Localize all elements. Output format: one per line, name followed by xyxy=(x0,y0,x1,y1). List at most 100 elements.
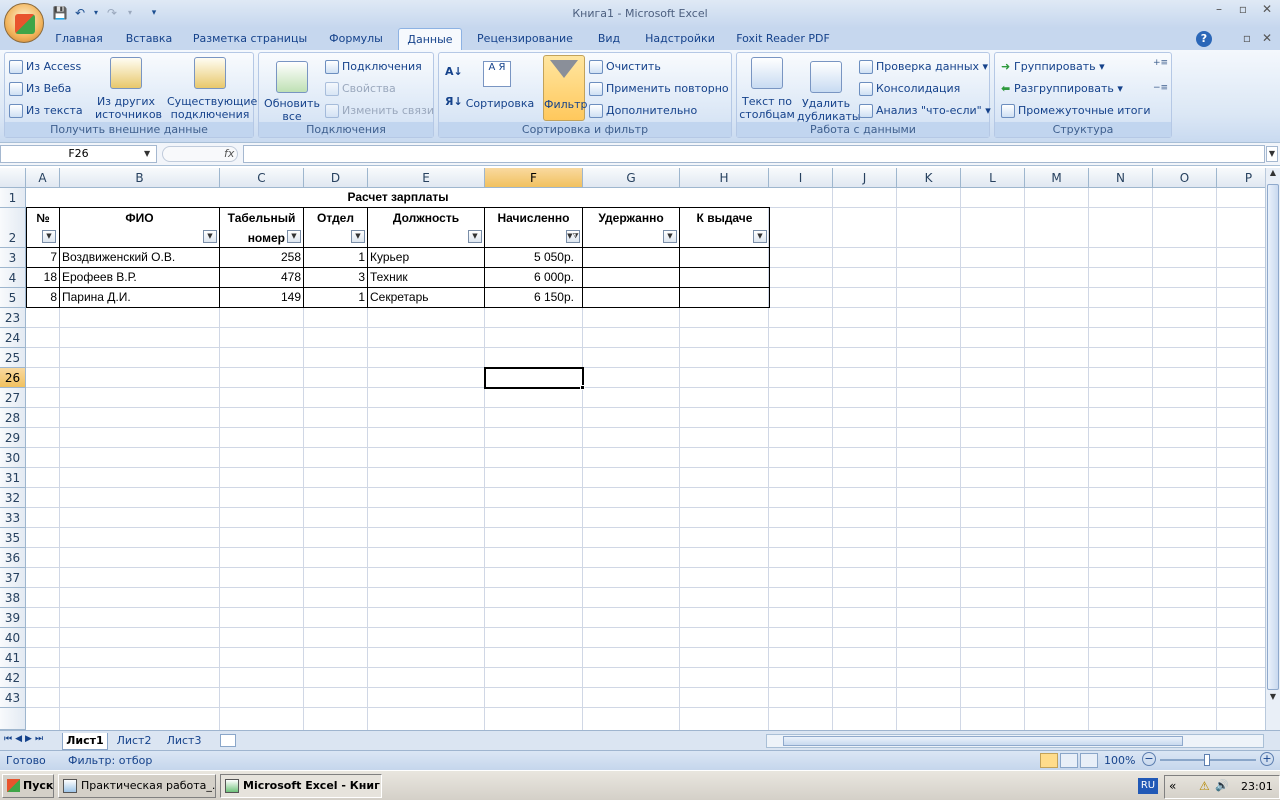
row-header[interactable]: 4 xyxy=(0,268,26,288)
hscroll-thumb[interactable] xyxy=(783,736,1183,746)
cell-tab[interactable]: 478 xyxy=(220,268,303,288)
zoom-out-icon[interactable]: − xyxy=(1142,752,1156,766)
cell-accrued[interactable]: 6 000р. xyxy=(485,268,582,288)
language-indicator[interactable]: RU xyxy=(1138,778,1158,794)
tab-formulas[interactable]: Формулы xyxy=(318,28,394,50)
header-tab-1[interactable]: Табельный xyxy=(220,208,303,228)
refresh-all-button[interactable]: Обновить все xyxy=(261,55,323,123)
cell-no[interactable]: 8 xyxy=(27,288,59,308)
taskbar-excel[interactable]: Microsoft Excel - Книг... xyxy=(220,774,382,798)
insert-sheet-icon[interactable] xyxy=(220,734,236,747)
properties-button[interactable]: Свойства xyxy=(325,82,396,96)
filter-dropdown-icon[interactable]: ▼ xyxy=(468,230,482,243)
normal-view-icon[interactable] xyxy=(1040,753,1058,768)
zoom-slider-thumb[interactable] xyxy=(1204,754,1210,766)
header-accrued[interactable]: Начисленно xyxy=(485,208,582,228)
remove-duplicates-button[interactable]: Удалить дубликаты xyxy=(797,55,861,123)
name-box[interactable]: F26 xyxy=(0,145,157,163)
what-if-button[interactable]: Анализ "что-если" ▾ xyxy=(859,104,991,118)
cell-dept[interactable]: 1 xyxy=(304,248,367,268)
cell-no[interactable]: 18 xyxy=(27,268,59,288)
show-detail-icon[interactable]: +≡ xyxy=(1153,58,1168,68)
col-header-j[interactable]: J xyxy=(833,168,897,188)
fill-handle[interactable] xyxy=(580,385,585,390)
row-header[interactable]: 39 xyxy=(0,608,26,628)
filter-dropdown-icon[interactable]: ▼ xyxy=(351,230,365,243)
col-header-h[interactable]: H xyxy=(680,168,769,188)
select-all-corner[interactable] xyxy=(0,168,26,188)
col-header-m[interactable]: M xyxy=(1025,168,1089,188)
from-other-sources-button[interactable]: Из других источников xyxy=(95,55,162,121)
col-header-n[interactable]: N xyxy=(1089,168,1153,188)
hide-detail-icon[interactable]: −≡ xyxy=(1153,83,1168,93)
tab-insert[interactable]: Вставка xyxy=(118,28,180,50)
row-header[interactable]: 3 xyxy=(0,248,26,268)
worksheet-grid[interactable]: A B C D E F G H I J K L M N O P 1 2 3 4 … xyxy=(0,168,1265,730)
col-header-a[interactable]: A xyxy=(26,168,60,188)
col-header-d[interactable]: D xyxy=(304,168,368,188)
tab-review[interactable]: Рецензирование xyxy=(470,28,580,50)
row-header[interactable]: 26 xyxy=(0,368,26,388)
cell-no[interactable]: 7 xyxy=(27,248,59,268)
tab-data[interactable]: Данные xyxy=(398,28,462,50)
office-button[interactable] xyxy=(4,3,44,43)
header-position[interactable]: Должность xyxy=(368,208,484,228)
row-header[interactable]: 38 xyxy=(0,588,26,608)
cell-fio[interactable]: Парина Д.И. xyxy=(60,288,219,308)
ungroup-button[interactable]: ⬅ Разгруппировать ▾ xyxy=(1001,82,1123,95)
edit-links-button[interactable]: Изменить связи xyxy=(325,104,434,118)
sort-za-button[interactable]: Я↓ xyxy=(445,95,463,108)
page-break-view-icon[interactable] xyxy=(1080,753,1098,768)
filter-active-icon[interactable]: ▼⧩ xyxy=(566,230,580,243)
row-header[interactable]: 25 xyxy=(0,348,26,368)
row-header[interactable]: 28 xyxy=(0,408,26,428)
sheet-tab-3[interactable]: Лист3 xyxy=(162,733,206,750)
tab-home[interactable]: Главная xyxy=(48,28,110,50)
maximize-icon[interactable]: ▫ xyxy=(1232,2,1254,18)
cell-accrued[interactable]: 6 150р. xyxy=(485,288,582,308)
cell-fio[interactable]: Ерофеев В.Р. xyxy=(60,268,219,288)
selected-cell[interactable] xyxy=(484,367,584,389)
row-header[interactable]: 1 xyxy=(0,188,26,208)
redo-icon[interactable]: ↷ xyxy=(104,5,120,21)
group-button[interactable]: ➜ Группировать ▾ xyxy=(1001,60,1105,73)
sheet-nav-icon[interactable]: ⏮◀▶⏭ xyxy=(4,734,46,744)
from-web-button[interactable]: Из Веба xyxy=(9,82,71,96)
minimize-icon[interactable]: – xyxy=(1208,2,1230,18)
cell-position[interactable]: Курьер xyxy=(368,248,484,268)
scroll-thumb[interactable] xyxy=(1267,184,1279,690)
undo-dropdown-icon[interactable]: ▾ xyxy=(88,5,104,21)
expand-formula-icon[interactable]: ▼ xyxy=(1266,146,1278,162)
save-icon[interactable]: 💾 xyxy=(52,5,68,21)
row-header[interactable]: 43 xyxy=(0,688,26,708)
zoom-in-icon[interactable]: + xyxy=(1260,752,1274,766)
col-header-l[interactable]: L xyxy=(961,168,1025,188)
cell-position[interactable]: Техник xyxy=(368,268,484,288)
col-header-k[interactable]: K xyxy=(897,168,961,188)
filter-dropdown-icon[interactable]: ▼ xyxy=(287,230,301,243)
start-button[interactable]: Пуск xyxy=(2,774,54,798)
header-payout[interactable]: К выдаче xyxy=(680,208,769,228)
scroll-up-icon[interactable]: ▲ xyxy=(1267,168,1279,182)
row-header[interactable]: 42 xyxy=(0,668,26,688)
consolidate-button[interactable]: Консолидация xyxy=(859,82,960,96)
tab-page-layout[interactable]: Разметка страницы xyxy=(190,28,310,50)
filter-dropdown-icon[interactable]: ▼ xyxy=(203,230,217,243)
cell-tab[interactable]: 149 xyxy=(220,288,303,308)
col-header-i[interactable]: I xyxy=(769,168,833,188)
sheet-tab-1[interactable]: Лист1 xyxy=(62,733,108,750)
row-header[interactable]: 35 xyxy=(0,528,26,548)
zoom-level[interactable]: 100% xyxy=(1104,754,1135,767)
col-header-o[interactable]: O xyxy=(1153,168,1217,188)
subtotal-button[interactable]: Промежуточные итоги xyxy=(1001,104,1150,118)
connections-button[interactable]: Подключения xyxy=(325,60,422,74)
col-header-f[interactable]: F xyxy=(485,168,583,188)
col-header-p[interactable]: P xyxy=(1217,168,1265,188)
filter-dropdown-icon[interactable]: ▼ xyxy=(753,230,767,243)
filter-dropdown-icon[interactable]: ▼ xyxy=(42,230,56,243)
row-header[interactable]: 5 xyxy=(0,288,26,308)
redo-dropdown-icon[interactable]: ▾ xyxy=(122,5,138,21)
row-header[interactable]: 27 xyxy=(0,388,26,408)
header-no[interactable]: № xyxy=(27,208,59,228)
row-header[interactable]: 41 xyxy=(0,648,26,668)
